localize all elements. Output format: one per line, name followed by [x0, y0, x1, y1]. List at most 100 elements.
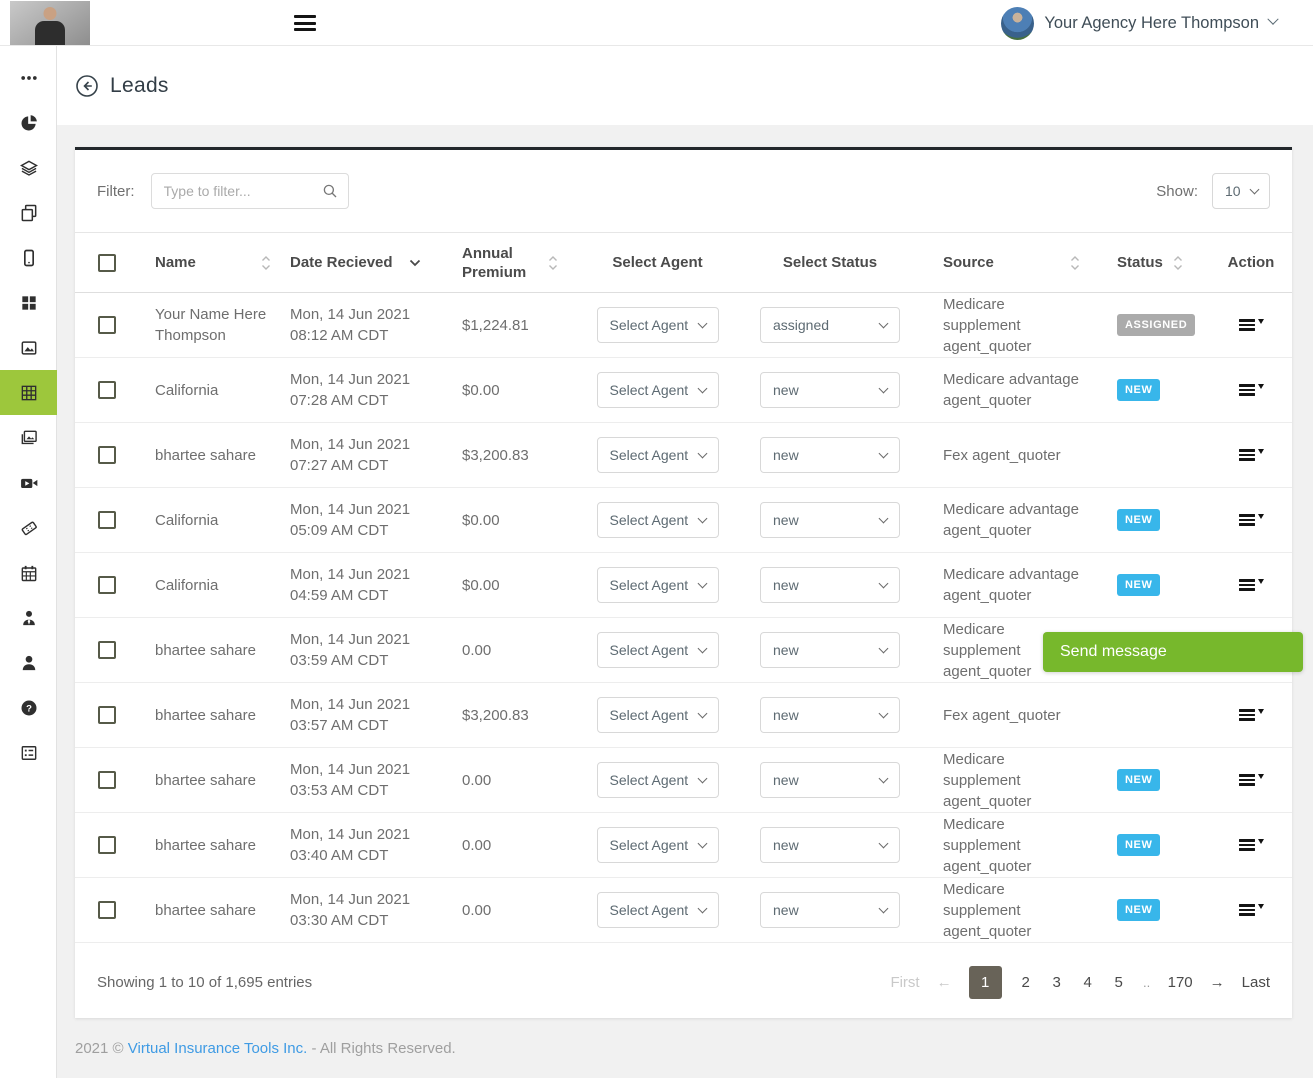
agent-select[interactable]: Select Agent	[597, 372, 719, 408]
status-select[interactable]: new	[760, 632, 900, 668]
row-checkbox[interactable]	[98, 576, 116, 594]
row-checkbox[interactable]	[98, 901, 116, 919]
row-checkbox[interactable]	[98, 316, 116, 334]
back-button[interactable]	[75, 74, 99, 98]
agent-select-value: Select Agent	[610, 577, 689, 593]
show-entries-select[interactable]: 10	[1212, 173, 1270, 209]
lead-source: Medicare supplement agent_quoter	[925, 749, 1100, 812]
page-next-icon[interactable]: →	[1210, 974, 1225, 991]
sidebar-item-video[interactable]	[0, 460, 57, 505]
sidebar-item-agents[interactable]	[0, 595, 57, 640]
sidebar-item-media[interactable]	[0, 325, 57, 370]
agent-select[interactable]: Select Agent	[597, 632, 719, 668]
sidebar-item-dashboard[interactable]	[0, 280, 57, 325]
copies-icon	[19, 203, 39, 223]
col-header-select-agent: Select Agent	[612, 253, 702, 272]
footer-company-link[interactable]: Virtual Insurance Tools Inc.	[128, 1040, 308, 1057]
sidebar-item-reports[interactable]	[0, 100, 57, 145]
status-select[interactable]: new	[760, 502, 900, 538]
agent-select[interactable]: Select Agent	[597, 827, 719, 863]
page-4[interactable]: 4	[1081, 974, 1095, 991]
agent-select[interactable]: Select Agent	[597, 502, 719, 538]
caret-down-icon	[1258, 774, 1264, 779]
annual-premium: $3,200.83	[455, 447, 580, 464]
user-name: Your Agency Here Thompson	[1044, 14, 1259, 33]
status-select[interactable]: new	[760, 892, 900, 928]
action-menu-icon	[1239, 317, 1255, 333]
caret-down-icon	[1258, 514, 1264, 519]
sort-desc-icon[interactable]	[409, 259, 421, 267]
sort-icon[interactable]	[1173, 255, 1183, 271]
status-select-value: assigned	[773, 317, 829, 333]
status-select[interactable]: new	[760, 762, 900, 798]
row-actions-button[interactable]	[1235, 703, 1268, 727]
menu-toggle-button[interactable]	[294, 15, 316, 31]
lead-name: bhartee sahare	[135, 445, 285, 466]
row-checkbox[interactable]	[98, 446, 116, 464]
chevron-down-icon	[697, 318, 707, 328]
table-row: bhartee sahare Mon, 14 Jun 2021 03:53 AM…	[75, 748, 1292, 813]
page-5[interactable]: 5	[1112, 974, 1126, 991]
row-actions-button[interactable]	[1235, 768, 1268, 792]
status-select-value: new	[773, 447, 799, 463]
row-actions-button[interactable]	[1235, 508, 1268, 532]
page-first[interactable]: First	[890, 974, 919, 991]
row-actions-button[interactable]	[1235, 443, 1268, 467]
page-1[interactable]: 1	[969, 966, 1002, 999]
row-actions-button[interactable]	[1235, 573, 1268, 597]
agent-select[interactable]: Select Agent	[597, 437, 719, 473]
status-select[interactable]: new	[760, 372, 900, 408]
sidebar-item-mobile[interactable]	[0, 235, 57, 280]
annual-premium: $0.00	[455, 382, 580, 399]
page-last[interactable]: Last	[1242, 974, 1270, 991]
send-message-button[interactable]: Send message	[1043, 632, 1303, 672]
agent-select[interactable]: Select Agent	[597, 567, 719, 603]
row-actions-button[interactable]	[1235, 378, 1268, 402]
status-select[interactable]: assigned	[760, 307, 900, 343]
agent-select[interactable]: Select Agent	[597, 697, 719, 733]
status-select[interactable]: new	[760, 437, 900, 473]
sidebar-item-pages[interactable]	[0, 190, 57, 235]
sidebar-item-forms[interactable]	[0, 730, 57, 775]
date-received: Mon, 14 Jun 2021 03:57 AM CDT	[285, 694, 455, 736]
sidebar-item-leads-table[interactable]	[0, 370, 57, 415]
status-select[interactable]: new	[760, 827, 900, 863]
row-checkbox[interactable]	[98, 381, 116, 399]
status-select-value: new	[773, 902, 799, 918]
page-2[interactable]: 2	[1019, 974, 1033, 991]
row-actions-button[interactable]	[1235, 313, 1268, 337]
select-all-checkbox[interactable]	[98, 254, 116, 272]
table-row: bhartee sahare Mon, 14 Jun 2021 03:57 AM…	[75, 683, 1292, 748]
status-select[interactable]: new	[760, 567, 900, 603]
sort-icon[interactable]	[548, 255, 558, 271]
agent-select[interactable]: Select Agent	[597, 307, 719, 343]
row-checkbox[interactable]	[98, 706, 116, 724]
row-checkbox[interactable]	[98, 641, 116, 659]
agent-select[interactable]: Select Agent	[597, 762, 719, 798]
sidebar-item-gallery[interactable]	[0, 415, 57, 460]
row-actions-button[interactable]	[1235, 833, 1268, 857]
sort-icon[interactable]	[1070, 255, 1080, 271]
sidebar-item-calendar[interactable]	[0, 550, 57, 595]
chevron-down-icon	[879, 383, 889, 393]
agency-logo[interactable]	[10, 1, 90, 45]
chevron-down-icon	[879, 903, 889, 913]
sort-icon[interactable]	[261, 255, 271, 271]
page-prev-icon[interactable]: ←	[937, 974, 952, 991]
sidebar-item-help[interactable]: ?	[0, 685, 57, 730]
page-3[interactable]: 3	[1050, 974, 1064, 991]
user-menu[interactable]: Your Agency Here Thompson	[1001, 0, 1277, 46]
row-checkbox[interactable]	[98, 836, 116, 854]
sidebar-item-users[interactable]	[0, 640, 57, 685]
chevron-down-icon	[697, 708, 707, 718]
filter-input[interactable]	[151, 173, 349, 209]
sidebar-item-more[interactable]	[0, 55, 57, 100]
row-checkbox[interactable]	[98, 511, 116, 529]
row-checkbox[interactable]	[98, 771, 116, 789]
status-select[interactable]: new	[760, 697, 900, 733]
page-170[interactable]: 170	[1168, 974, 1193, 991]
sidebar-item-tickets[interactable]	[0, 505, 57, 550]
agent-select[interactable]: Select Agent	[597, 892, 719, 928]
row-actions-button[interactable]	[1235, 898, 1268, 922]
sidebar-item-layers[interactable]	[0, 145, 57, 190]
